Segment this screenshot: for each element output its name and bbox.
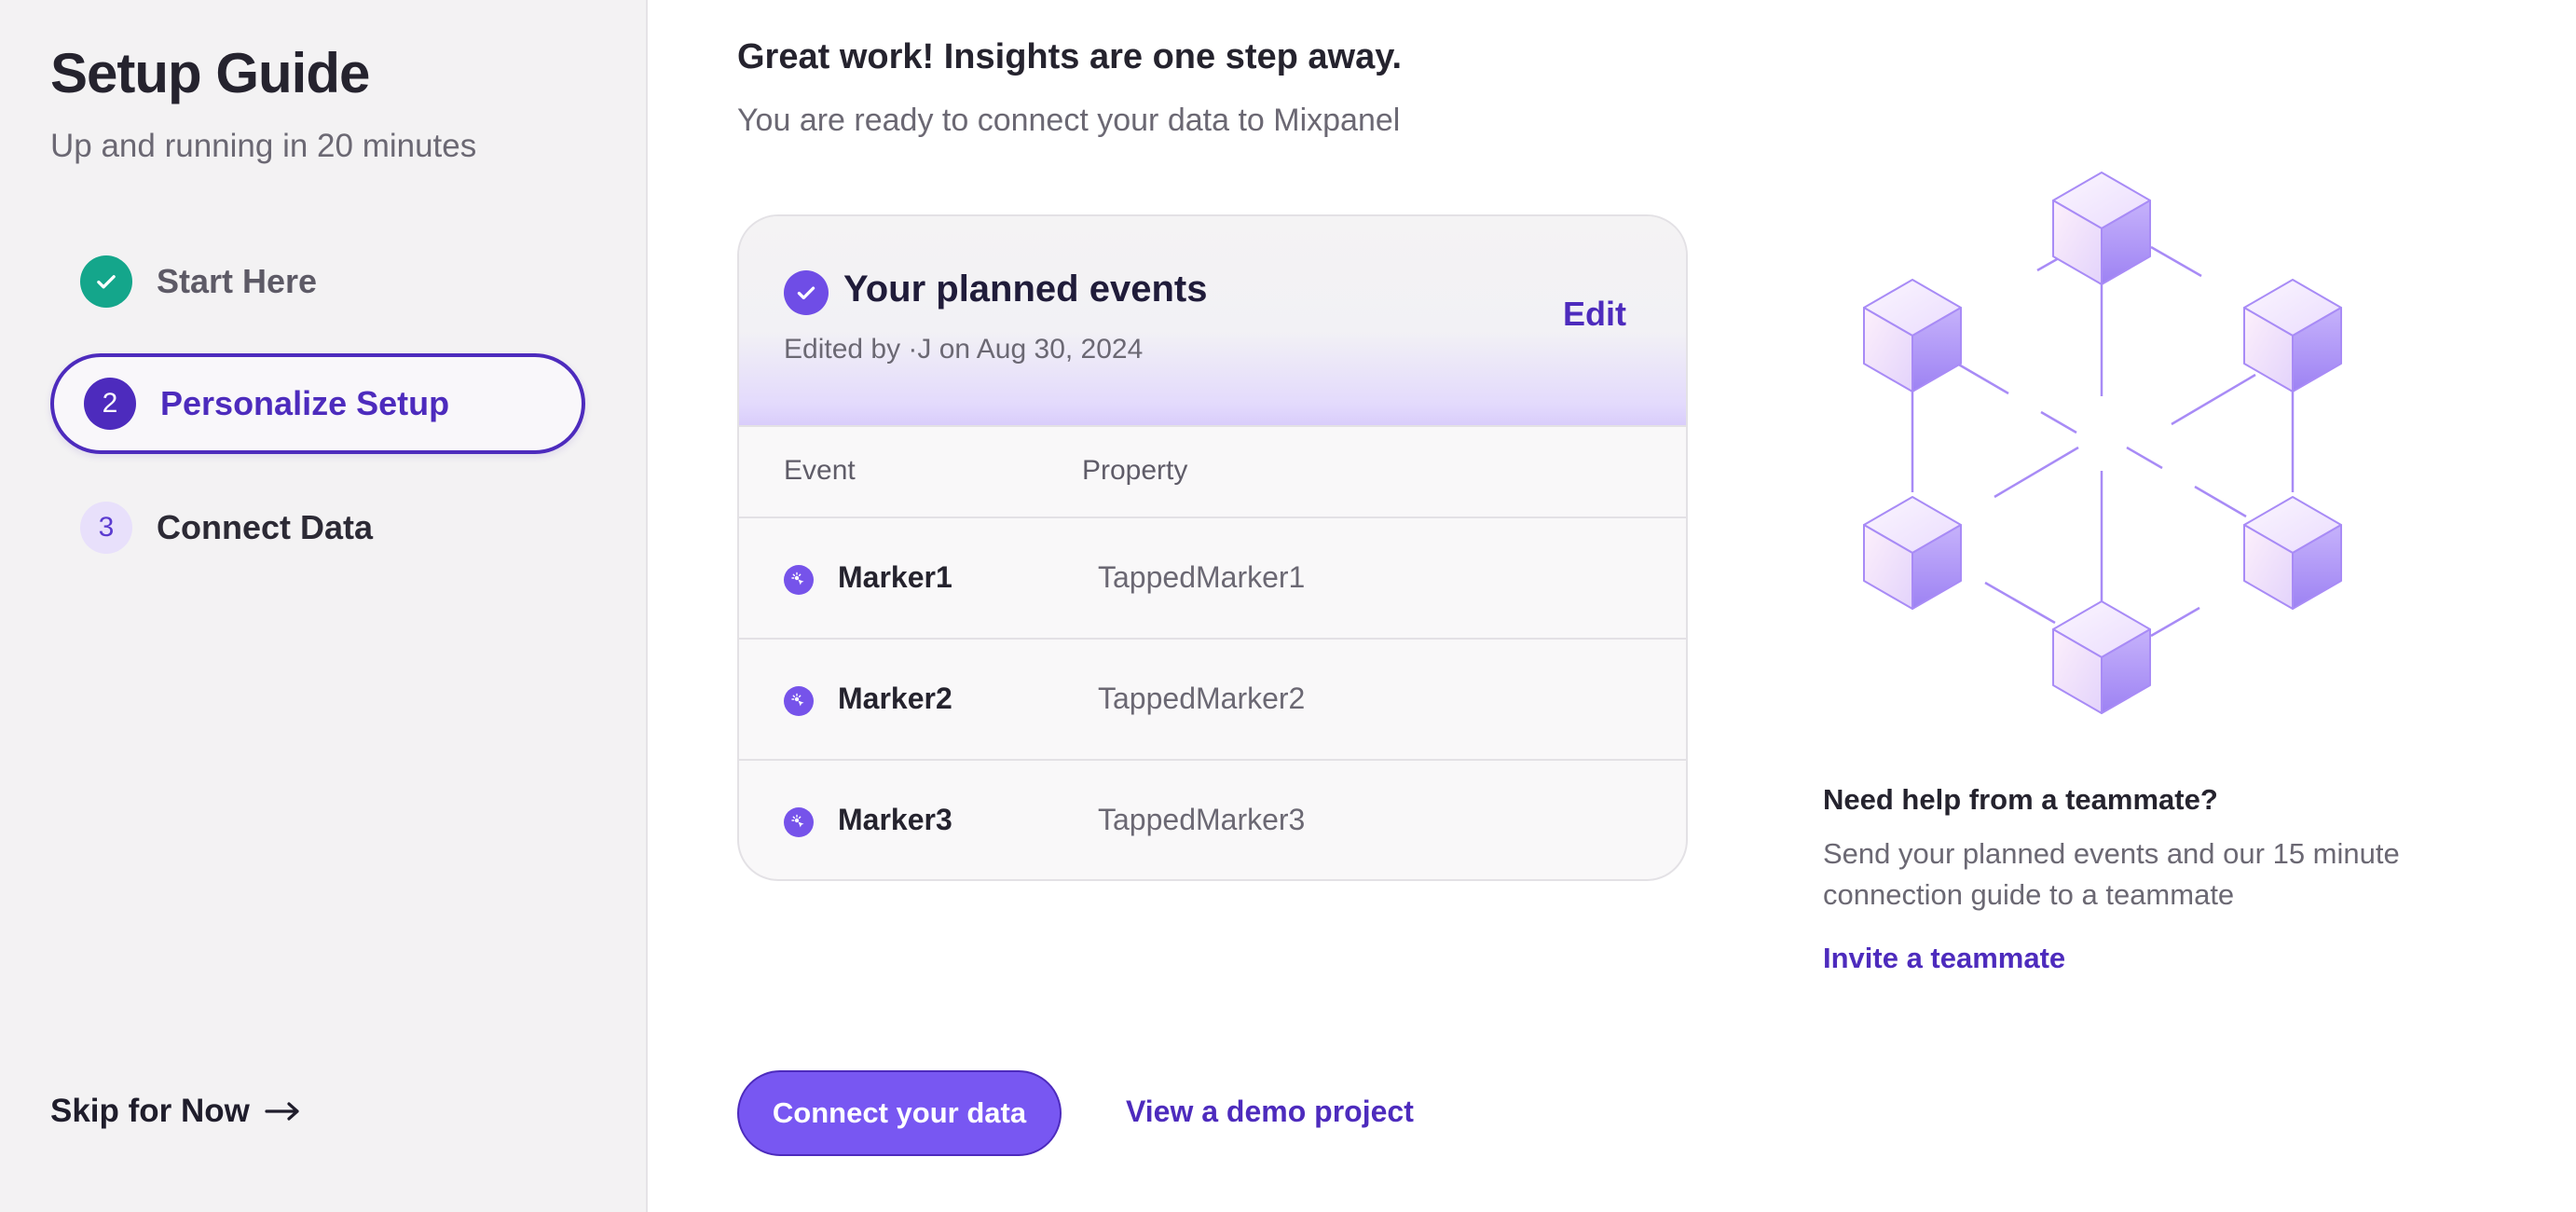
- step-number: 3: [80, 502, 132, 554]
- card-header: Your planned events Edited by ·J on Aug …: [739, 216, 1686, 427]
- check-circle-icon: [784, 270, 829, 315]
- help-text: Send your planned events and our 15 minu…: [1823, 837, 2400, 911]
- skip-label: Skip for Now: [50, 1093, 250, 1129]
- step-personalize-setup[interactable]: 2 Personalize Setup: [50, 353, 585, 454]
- step-start-here[interactable]: Start Here: [50, 231, 585, 332]
- tap-icon: [784, 686, 814, 716]
- step-number: 2: [84, 378, 136, 430]
- tap-icon: [784, 565, 814, 595]
- arrow-right-icon: [265, 1102, 299, 1121]
- table-row: Marker2 TappedMarker2: [739, 640, 1686, 761]
- step-label: Personalize Setup: [160, 384, 450, 422]
- planned-events-card: Your planned events Edited by ·J on Aug …: [737, 214, 1688, 881]
- edit-button[interactable]: Edit: [1563, 295, 1626, 334]
- setup-guide-subtitle: Up and running in 20 minutes: [50, 128, 477, 164]
- page-subheading: You are ready to connect your data to Mi…: [737, 103, 1401, 138]
- card-title: Your planned events: [843, 269, 1208, 310]
- connect-data-button[interactable]: Connect your data: [737, 1070, 1062, 1156]
- view-demo-project-link[interactable]: View a demo project: [1126, 1095, 1414, 1129]
- edited-by-text: Edited by ·J on Aug 30, 2024: [784, 334, 1144, 365]
- page-heading: Great work! Insights are one step away.: [737, 37, 1403, 76]
- step-connect-data[interactable]: 3 Connect Data: [50, 477, 585, 578]
- check-icon: [80, 255, 132, 308]
- help-title: Need help from a teammate?: [1823, 783, 2218, 816]
- column-event: Event: [784, 455, 856, 486]
- event-property: TappedMarker3: [1098, 803, 1306, 836]
- app: Setup Guide Up and running in 20 minutes…: [0, 0, 2576, 1212]
- column-property: Property: [1082, 455, 1188, 486]
- event-property: TappedMarker1: [1098, 560, 1306, 594]
- event-name: Marker1: [838, 560, 952, 594]
- table-row: Marker3 TappedMarker3: [739, 761, 1686, 879]
- invite-teammate-link[interactable]: Invite a teammate: [1823, 942, 2065, 975]
- sidebar: Setup Guide Up and running in 20 minutes…: [0, 0, 648, 1212]
- skip-for-now-link[interactable]: Skip for Now: [50, 1093, 302, 1130]
- setup-guide-title: Setup Guide: [50, 42, 370, 104]
- table-header: Event Property: [739, 427, 1686, 518]
- event-name: Marker3: [838, 803, 952, 836]
- event-name: Marker2: [838, 682, 952, 715]
- step-label: Start Here: [157, 262, 318, 300]
- table-row: Marker1 TappedMarker1: [739, 518, 1686, 640]
- cube-network-illustration: [1863, 172, 2342, 714]
- event-property: TappedMarker2: [1098, 682, 1306, 715]
- tap-icon: [784, 807, 814, 837]
- step-label: Connect Data: [157, 508, 374, 546]
